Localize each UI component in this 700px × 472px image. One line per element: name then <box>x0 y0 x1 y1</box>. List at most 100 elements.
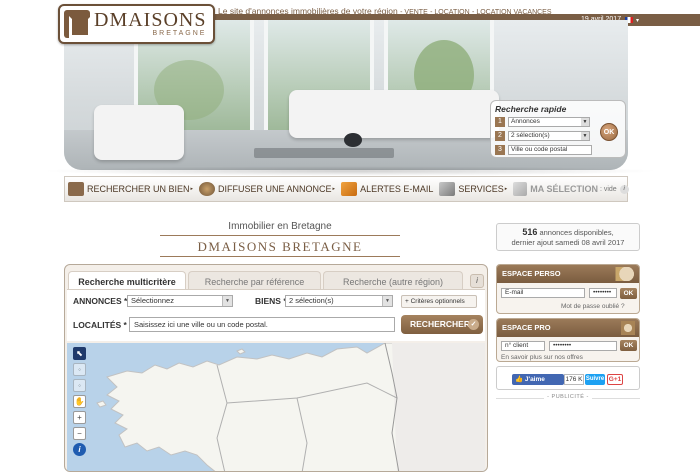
pro-ok-button[interactable]: OK <box>620 340 637 351</box>
chevron-down-icon: ▼ <box>581 132 589 140</box>
thumbs-up-icon: 👍 <box>515 376 524 383</box>
chevron-down-icon: ▼ <box>581 118 589 126</box>
email-input[interactable]: E-mail <box>501 288 585 298</box>
search-tabs: Recherche multicritère Recherche par réf… <box>65 269 487 291</box>
megaphone-icon <box>199 182 216 196</box>
listing-stats: 516 annonces disponibles, dernier ajout … <box>496 223 640 251</box>
pro-password-input[interactable]: •••••••• <box>549 341 617 351</box>
arrow-right-icon: ▸ <box>332 186 336 192</box>
page-subtitle: Immobilier en Bretagne <box>228 221 332 232</box>
nav-rechercher-label: RECHERCHER UN BIEN <box>87 184 190 194</box>
espace-pro-title: ESPACE PRO <box>502 323 551 332</box>
nav-alertes[interactable]: ALERTES E-MAIL <box>338 177 436 201</box>
localites-input[interactable]: Saisissez ici une ville ou un code posta… <box>129 317 395 332</box>
biens-value: 2 sélection(s) <box>289 296 334 305</box>
listing-count: 516 <box>522 227 538 237</box>
social-buttons: 👍 J'aime 176 K Suivre G+1 <box>496 366 640 390</box>
logo-subtitle: BRETAGNE <box>152 30 207 37</box>
link-location-vacances[interactable]: - LOCATION VACANCES <box>472 9 551 16</box>
espace-perso-box: ESPACE PERSO E-mail •••••••• OK Mot de p… <box>496 264 640 314</box>
step-2-badge: 2 <box>495 131 505 141</box>
info-icon[interactable]: i <box>73 443 86 456</box>
check-icon: ✓ <box>468 319 479 330</box>
espace-perso-header: ESPACE PERSO <box>497 265 639 283</box>
hero-armchair <box>94 105 184 160</box>
pointer-icon[interactable]: ⬉ <box>73 347 86 360</box>
nav-diffuser[interactable]: DIFFUSER UNE ANNONCE ▸ <box>196 177 338 201</box>
link-vente[interactable]: - VENTE <box>400 9 428 16</box>
hero-vase <box>344 133 362 147</box>
draw-polygon-icon[interactable]: ◦ <box>73 379 86 392</box>
annonces-label: ANNONCES * <box>73 296 128 306</box>
house-logo-icon <box>64 10 91 38</box>
link-location[interactable]: - LOCATION <box>430 9 470 16</box>
nav-ma-selection[interactable]: MA SÉLECTION : vide i <box>510 177 631 201</box>
house-icon <box>68 182 84 196</box>
map-island <box>236 348 246 355</box>
zoom-in-icon[interactable]: + <box>73 411 86 424</box>
map-island <box>96 400 107 408</box>
arrow-right-icon: ▸ <box>190 186 194 192</box>
quick-biens-value: 2 sélection(s) <box>511 132 550 139</box>
chevron-down-icon: ▼ <box>382 296 392 306</box>
site-logo[interactable]: DMAISONS BRETAGNE <box>58 4 215 44</box>
map[interactable]: ⬉ ◦ ◦ ✋ + − i <box>67 343 485 471</box>
last-added: dernier ajout samedi 08 avril 2017 <box>511 238 625 247</box>
tab-reference[interactable]: Recherche par référence <box>188 271 321 291</box>
annonces-select[interactable]: Sélectionnez ▼ <box>127 295 233 307</box>
client-number-input[interactable]: n° client <box>501 341 545 351</box>
tools-icon <box>439 182 456 196</box>
hero-table <box>254 148 394 158</box>
search-button[interactable]: RECHERCHER ✓ <box>401 315 483 334</box>
espace-pro-box: ESPACE PRO n° client •••••••• OK En savo… <box>496 318 640 362</box>
search-form: ANNONCES * Sélectionnez ▼ BIENS * 2 sélec… <box>67 289 485 341</box>
quick-annonces-select[interactable]: Annonces ▼ <box>508 117 590 127</box>
arrow-right-icon: ▸ <box>504 186 508 192</box>
pan-hand-icon[interactable]: ✋ <box>73 395 86 408</box>
facebook-like-button[interactable]: 👍 J'aime <box>512 374 564 385</box>
pro-offers-link[interactable]: En savoir plus sur nos offres <box>501 354 583 361</box>
login-icon <box>607 267 635 281</box>
quick-biens-select[interactable]: 2 sélection(s) ▼ <box>508 131 590 141</box>
tab-multicritere[interactable]: Recherche multicritère <box>68 271 186 291</box>
quick-search-title: Recherche rapide <box>495 104 567 114</box>
nav-diffuser-label: DIFFUSER UNE ANNONCE <box>218 184 332 194</box>
info-icon[interactable]: i <box>619 184 629 194</box>
biens-select[interactable]: 2 sélection(s) ▼ <box>285 295 393 307</box>
quick-search-ok-button[interactable]: OK <box>600 123 618 141</box>
like-label: J'aime <box>524 376 545 383</box>
chevron-down-icon: ▼ <box>222 296 232 306</box>
listing-count-label: annonces disponibles, <box>537 228 614 237</box>
perso-ok-button[interactable]: OK <box>620 288 637 299</box>
twitter-follow-button[interactable]: Suivre <box>585 374 605 385</box>
selection-star-icon <box>513 182 528 196</box>
quick-location-input[interactable]: Ville ou code postal <box>508 145 592 155</box>
logo-name: DMAISONS <box>94 9 207 31</box>
forgot-password-link[interactable]: Mot de passe oublié ? <box>561 303 625 310</box>
search-panel: Recherche multicritère Recherche par réf… <box>64 264 488 472</box>
nav-rechercher[interactable]: RECHERCHER UN BIEN ▸ <box>65 177 196 201</box>
selection-state: : vide <box>599 185 617 193</box>
search-button-label: RECHERCHER <box>410 319 470 329</box>
optional-criteria-button[interactable]: + Critères optionnels <box>401 295 477 308</box>
main-nav: RECHERCHER UN BIEN ▸ DIFFUSER UNE ANNONCE… <box>64 176 631 202</box>
info-icon[interactable]: i <box>470 274 484 288</box>
password-input[interactable]: •••••••• <box>589 288 617 298</box>
nav-services[interactable]: SERVICES ▸ <box>436 177 510 201</box>
localites-label: LOCALITÉS * <box>73 320 127 330</box>
biens-label: BIENS * <box>255 296 287 306</box>
zoom-out-icon[interactable]: − <box>73 427 86 440</box>
ad-label: - PUBLICITÉ - <box>496 394 640 400</box>
tagline: Le site d'annonces immobilières de votre… <box>218 6 552 16</box>
google-plus-button[interactable]: G+1 <box>607 374 623 385</box>
nav-services-label: SERVICES <box>458 184 504 194</box>
email-alert-icon <box>341 182 358 196</box>
tab-autre-region[interactable]: Recherche (autre région) <box>323 271 463 291</box>
annonces-value: Sélectionnez <box>131 296 174 305</box>
step-3-badge: 3 <box>495 145 505 155</box>
draw-circle-icon[interactable]: ◦ <box>73 363 86 376</box>
espace-perso-title: ESPACE PERSO <box>502 269 561 278</box>
title-divider <box>160 256 400 257</box>
language-dropdown-icon[interactable]: ▾ <box>636 17 639 24</box>
nav-alertes-label: ALERTES E-MAIL <box>360 184 434 194</box>
